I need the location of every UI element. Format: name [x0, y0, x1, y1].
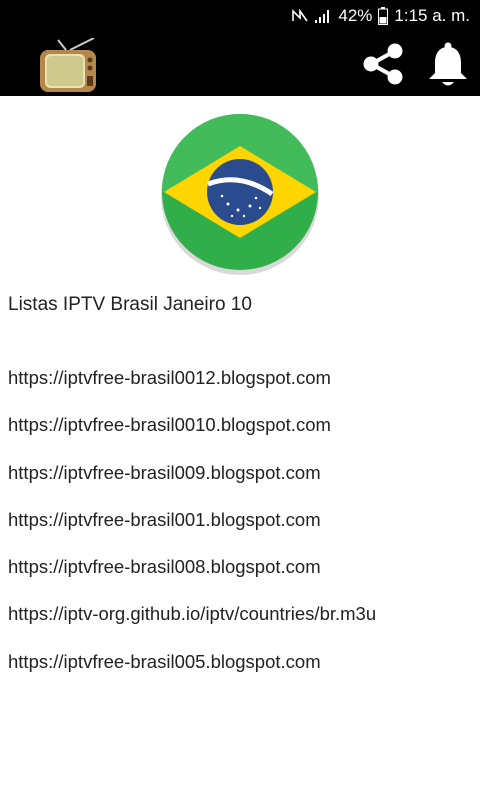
status-bar: 42% 1:15 a. m. — [0, 0, 480, 32]
link-list: https://iptvfree-brasil0012.blogspot.com… — [8, 367, 376, 698]
share-icon[interactable] — [360, 42, 406, 86]
link-item[interactable]: https://iptvfree-brasil0012.blogspot.com — [8, 367, 376, 414]
link-item[interactable]: https://iptv-org.github.io/iptv/countrie… — [8, 603, 376, 650]
link-item[interactable]: https://iptvfree-brasil001.blogspot.com — [8, 509, 376, 556]
tv-logo-icon[interactable] — [38, 38, 98, 94]
app-bar — [0, 32, 480, 96]
link-item[interactable]: https://iptvfree-brasil005.blogspot.com — [8, 651, 376, 698]
battery-icon — [378, 7, 389, 25]
notification-icon — [292, 9, 309, 22]
link-item[interactable]: https://iptvfree-brasil0010.blogspot.com — [8, 414, 376, 461]
signal-icon — [315, 10, 330, 23]
bell-icon[interactable] — [424, 40, 472, 88]
link-item[interactable]: https://iptvfree-brasil009.blogspot.com — [8, 462, 376, 509]
brazil-flag-icon — [161, 114, 319, 275]
clock: 1:15 a. m. — [394, 6, 470, 25]
link-item[interactable]: https://iptvfree-brasil008.blogspot.com — [8, 556, 376, 603]
battery-percent: 42% — [338, 6, 373, 25]
list-title: Listas IPTV Brasil Janeiro 10 — [8, 294, 252, 315]
